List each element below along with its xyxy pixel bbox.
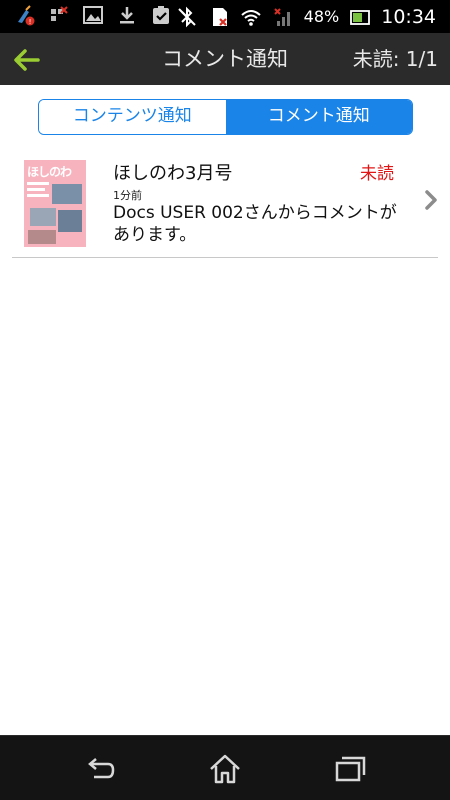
signal-icon [272,6,294,28]
main-content: コンテンツ通知 コメント通知 ほしのわ ほしのわ3月号 未読 1分前 Docs … [0,85,450,735]
wifi-icon [240,6,262,28]
battery-percent: 48% [303,7,340,26]
item-message: Docs USER 002さんからコメントがあります。 [113,203,397,245]
notification-item[interactable]: ほしのわ ほしのわ3月号 未読 1分前 Docs USER 002さんからコメン… [12,155,438,258]
tab-comment-notifications[interactable]: コメント通知 [225,100,412,134]
notification-tabs: コンテンツ通知 コメント通知 [38,99,413,135]
status-bar: ! 48% 10:34 [0,0,450,33]
action-bar: コメント通知 未読: 1/1 [0,33,450,85]
thumbnail-title: ほしのわ [27,165,72,179]
tab-content-notifications[interactable]: コンテンツ通知 [39,100,226,134]
item-timestamp: 1分前 [113,189,142,202]
navigation-bar [0,735,450,800]
system-icons: 48% 10:34 [176,0,436,33]
notification-icons: ! [14,4,172,26]
broom-alert-icon: ! [14,4,36,26]
nav-back-icon [88,758,115,779]
magazine-thumbnail: ほしのわ [24,160,86,247]
nav-home-button[interactable] [207,752,243,786]
nav-recent-apps-button[interactable] [332,752,368,786]
chevron-right-icon [425,190,437,210]
battery-icon [349,6,371,28]
no-sim-icon [48,4,70,26]
recent-apps-icon [335,756,366,782]
unread-counter: 未読: 1/1 [352,47,438,71]
image-icon [82,4,104,26]
clipboard-check-icon [150,4,172,26]
download-icon [116,4,138,26]
clock: 10:34 [381,5,436,28]
nav-back-button[interactable] [82,752,118,786]
sd-card-off-icon [208,6,230,28]
home-icon [210,754,240,784]
svg-text:!: ! [29,18,32,26]
item-title: ほしのわ3月号 [113,163,233,184]
bluetooth-off-icon [176,6,198,28]
unread-badge: 未読 [360,164,394,184]
